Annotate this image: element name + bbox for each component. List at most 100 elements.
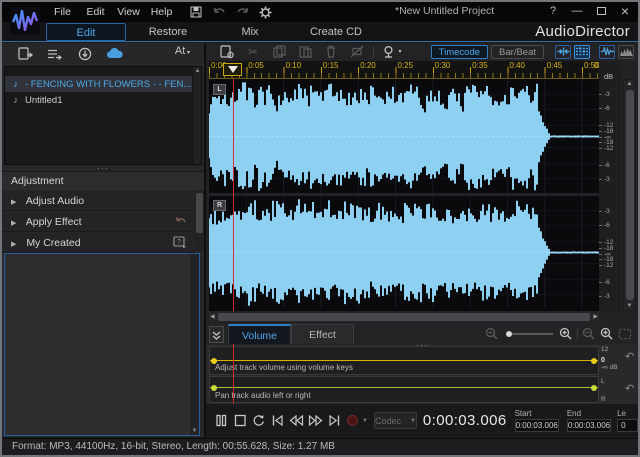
- menu-view[interactable]: View: [112, 2, 145, 22]
- go-to-start-button[interactable]: [269, 412, 286, 429]
- content-scrollbar[interactable]: ▼: [190, 254, 199, 435]
- pan-key-end[interactable]: [591, 385, 597, 391]
- list-item-file[interactable]: ♪ Untitled1: [5, 92, 201, 108]
- scroll-down-icon[interactable]: ▼: [191, 428, 198, 434]
- waveform-display[interactable]: L R: [209, 79, 599, 311]
- scroll-up-icon[interactable]: ▲: [624, 81, 635, 87]
- tab-volume[interactable]: Volume: [228, 324, 291, 344]
- cloud-icon[interactable]: [100, 45, 130, 63]
- end-label: End: [567, 409, 611, 418]
- reset-pan-keys-icon[interactable]: ↶: [625, 382, 634, 395]
- clip-properties-icon[interactable]: [214, 44, 240, 59]
- volume-key-end[interactable]: [591, 358, 597, 364]
- barbeat-toggle[interactable]: Bar/Beat: [491, 45, 544, 59]
- record-button[interactable]: [347, 415, 358, 426]
- import-media-icon[interactable]: [10, 45, 40, 63]
- redo-icon[interactable]: [234, 4, 250, 20]
- copy-icon: [266, 44, 292, 59]
- vertical-scrollbar[interactable]: ▲ ▼: [623, 79, 636, 311]
- scrollbar-thumb[interactable]: [218, 313, 590, 321]
- record-dropdown-icon[interactable]: ▼: [362, 418, 368, 424]
- zoom-in-horizontal-icon[interactable]: [559, 327, 573, 341]
- playhead-handle[interactable]: [223, 63, 242, 76]
- volume-keyframe-line[interactable]: [210, 360, 598, 361]
- menu-edit[interactable]: Edit: [79, 2, 112, 22]
- maximize-button[interactable]: [592, 3, 610, 19]
- keyframe-splitter-handle[interactable]: ···: [206, 342, 638, 348]
- collapse-panel-button[interactable]: [209, 326, 224, 343]
- adjustment-scrollbar[interactable]: [195, 191, 204, 251]
- db-scale-right: -3-6-12-18-∞-18-12-6-3: [599, 197, 621, 312]
- pause-button[interactable]: [212, 412, 229, 429]
- download-audio-icon[interactable]: [70, 45, 100, 63]
- selection-length-field: Le 0: [617, 409, 638, 432]
- text-size-sort-button[interactable]: At ▾: [175, 45, 190, 57]
- minimize-button[interactable]: —: [568, 3, 586, 19]
- start-value[interactable]: 0:00:03.006: [515, 419, 559, 432]
- list-item-file[interactable]: ♪ - FENCING WITH FLOWERS - - FEN...: [5, 76, 201, 92]
- volume-keyframe-lane[interactable]: Adjust track volume using volume keys: [209, 346, 599, 375]
- spectral-view-button[interactable]: [618, 45, 634, 59]
- tab-edit[interactable]: Edit: [46, 23, 126, 41]
- timecode-toggle[interactable]: Timecode: [431, 45, 488, 59]
- file-name: Untitled1: [25, 95, 63, 106]
- zoom-slider[interactable]: [503, 329, 555, 339]
- menu-help[interactable]: Help: [145, 2, 178, 22]
- pan-key-start[interactable]: [211, 385, 217, 391]
- right-channel-lane[interactable]: R: [209, 196, 599, 309]
- tab-mix[interactable]: Mix: [208, 23, 292, 41]
- reset-volume-keys-icon[interactable]: ↶: [625, 350, 634, 363]
- horizontal-scrollbar[interactable]: ◀ ▶: [209, 312, 599, 322]
- scroll-left-icon[interactable]: ◀: [210, 312, 215, 322]
- loop-button[interactable]: [250, 412, 267, 429]
- stop-button[interactable]: [231, 412, 248, 429]
- scroll-up-icon[interactable]: ▲: [194, 68, 201, 74]
- keyframe-panel-button[interactable]: [574, 45, 590, 59]
- undo-icon[interactable]: [211, 4, 227, 20]
- tab-effect[interactable]: Effect: [291, 324, 354, 344]
- pan-lane-label: Pan track audio left or right: [215, 391, 311, 400]
- db-tick-label: -3: [604, 294, 610, 300]
- codec-button[interactable]: Codec ▼: [374, 412, 417, 429]
- adjustment-panel-title: Adjustment: [2, 171, 204, 190]
- end-value[interactable]: 0:00:03.006: [567, 419, 611, 432]
- length-value[interactable]: 0: [617, 419, 638, 432]
- tab-restore[interactable]: Restore: [128, 23, 208, 41]
- waveform-view-button[interactable]: [599, 45, 615, 59]
- channel-label-right: R: [213, 200, 226, 211]
- help-button[interactable]: ?: [544, 3, 562, 19]
- import-preset-icon[interactable]: ?: [173, 236, 187, 248]
- project-title: *New Untitled Project: [395, 2, 494, 21]
- db-tick-label: -12: [604, 146, 613, 152]
- file-list-scrollbar[interactable]: ▲: [192, 67, 201, 164]
- scroll-down-icon[interactable]: ▼: [624, 303, 635, 309]
- playhead-line: [233, 79, 234, 311]
- add-marker-icon[interactable]: ▾: [377, 44, 407, 59]
- fast-forward-button[interactable]: [307, 412, 324, 429]
- zoom-out-vertical-icon: [582, 327, 596, 341]
- waveform-right-channel: [209, 196, 599, 309]
- left-channel-lane[interactable]: L: [209, 80, 599, 193]
- menu-file[interactable]: File: [46, 2, 79, 22]
- section-my-created[interactable]: ▶ My Created ?: [2, 233, 195, 253]
- zoom-in-vertical-icon[interactable]: [600, 327, 614, 341]
- snap-to-center-button[interactable]: [555, 45, 571, 59]
- section-adjust-audio[interactable]: ▶ Adjust Audio: [2, 191, 195, 211]
- timeline-ruler[interactable]: 0:000:050:100:150:200:250:300:350:400:45…: [209, 61, 599, 79]
- scrollbar-thumb[interactable]: [626, 90, 634, 300]
- close-button[interactable]: ×: [616, 3, 634, 19]
- rewind-button[interactable]: [288, 412, 305, 429]
- section-apply-effect[interactable]: ▶ Apply Effect: [2, 212, 195, 232]
- save-icon[interactable]: [188, 4, 204, 20]
- batch-import-icon[interactable]: [40, 45, 70, 63]
- tab-create-cd[interactable]: Create CD: [292, 23, 380, 41]
- go-to-end-button[interactable]: [326, 412, 343, 429]
- music-note-icon: ♪: [13, 79, 18, 90]
- toolbar-separator: [373, 46, 374, 58]
- pan-keyframe-line[interactable]: [210, 387, 598, 388]
- reset-effects-icon[interactable]: [174, 215, 187, 227]
- scroll-right-icon[interactable]: ▶: [593, 312, 598, 322]
- settings-gear-icon[interactable]: [257, 4, 273, 20]
- pan-keyframe-lane[interactable]: Pan track audio left or right: [209, 376, 599, 403]
- section-label: My Created: [26, 237, 80, 249]
